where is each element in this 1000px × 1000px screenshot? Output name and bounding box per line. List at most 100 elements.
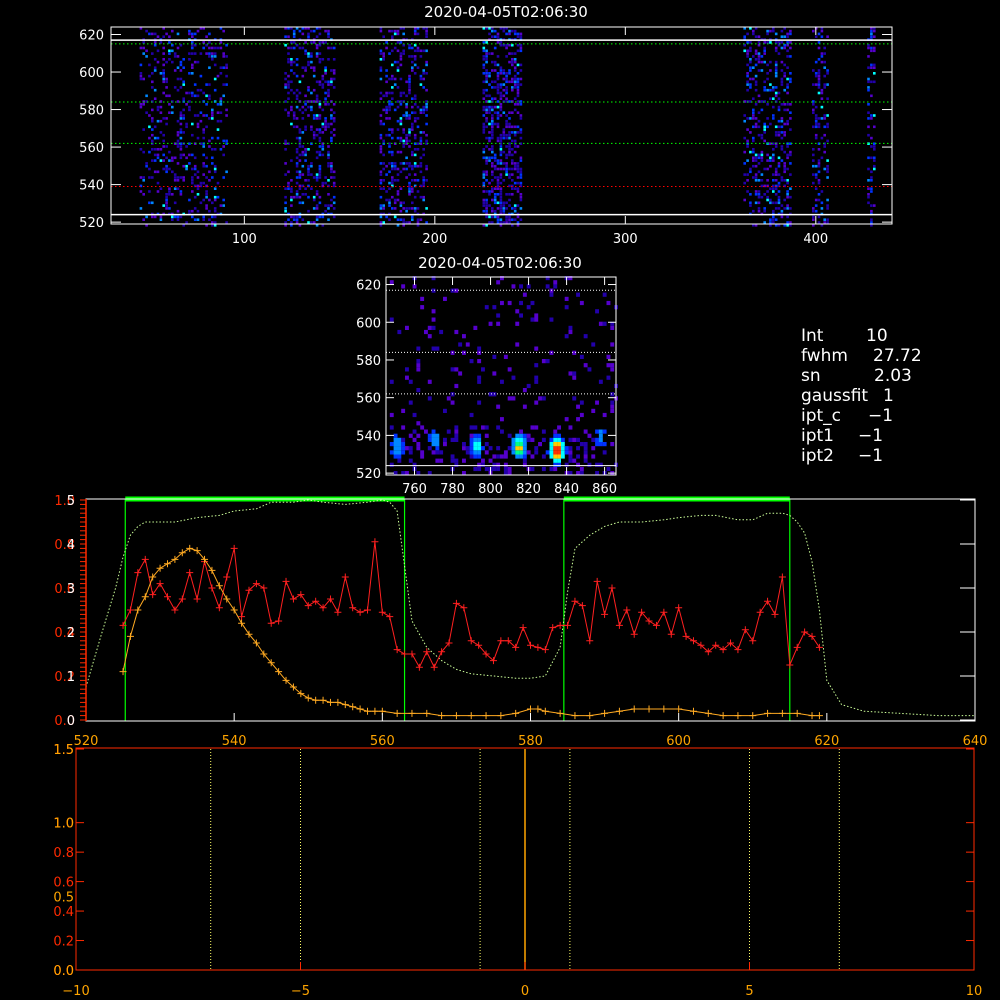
zoom-heat-cell xyxy=(416,421,421,426)
overview-heat-cell xyxy=(516,176,520,179)
overview-heat-cell xyxy=(145,111,148,114)
overview-heat-cell xyxy=(820,60,824,64)
overview-heat-cell xyxy=(213,63,217,67)
zoom-heat-cell xyxy=(591,408,596,413)
overview-heat-cell xyxy=(324,122,327,126)
overview-heat-cell xyxy=(493,105,497,109)
overview-heat-cell xyxy=(485,108,488,112)
overview-heat-cell xyxy=(826,164,829,168)
overview-heat-cell xyxy=(774,173,778,176)
overview-heat-cell xyxy=(292,114,296,117)
zoom-heat-cell xyxy=(454,458,459,463)
overview-heat-cell xyxy=(513,167,517,171)
overview-heat-cell xyxy=(330,83,333,86)
zoom-heat-cell xyxy=(534,446,539,451)
overview-heat-cell xyxy=(817,91,821,95)
overview-heat-cell xyxy=(519,83,523,86)
overview-heat-cell xyxy=(301,105,305,109)
overview-heat-cell xyxy=(766,103,769,106)
profile-x-tick-label: 580 xyxy=(518,734,543,749)
overview-heat-cell xyxy=(493,29,497,33)
overview-heat-cell xyxy=(873,164,876,168)
overview-heat-cell xyxy=(817,69,821,72)
overview-heat-cell xyxy=(408,43,411,47)
overview-heat-cell xyxy=(482,181,486,185)
overview-heat-cell xyxy=(780,148,784,151)
overview-heat-cell xyxy=(148,125,151,129)
overview-heat-cell xyxy=(482,49,486,53)
overview-heat-cell xyxy=(402,218,405,221)
overview-heat-cell xyxy=(817,193,821,196)
overview-heat-cell xyxy=(188,52,191,55)
overview-heat-cell xyxy=(496,139,500,143)
overview-heat-cell xyxy=(867,80,870,84)
overview-heat-cell xyxy=(396,198,400,202)
overview-heat-cell xyxy=(321,58,325,61)
overview-heat-cell xyxy=(301,111,305,114)
overview-heat-cell xyxy=(485,55,488,58)
overview-heat-cell xyxy=(411,122,414,126)
overview-heat-cell xyxy=(312,114,316,117)
overview-heat-cell xyxy=(219,97,223,100)
overview-heat-cell xyxy=(321,41,325,44)
overview-heat-cell xyxy=(754,80,758,84)
overview-heat-cell xyxy=(411,201,414,205)
overview-heat-cell xyxy=(295,170,299,174)
overview-heat-cell xyxy=(749,86,752,89)
overview-heat-cell xyxy=(391,195,394,199)
overview-heat-cell xyxy=(499,198,503,202)
overview-heat-cell xyxy=(746,145,749,148)
overview-heat-cell xyxy=(425,133,428,137)
overview-heat-cell xyxy=(482,97,486,100)
overview-heat-cell xyxy=(295,105,299,109)
overview-heat-cell xyxy=(284,77,287,81)
overview-heat-cell xyxy=(493,164,497,168)
zoom-heat-cell xyxy=(541,466,546,472)
overview-heat-cell xyxy=(208,83,211,86)
overview-heat-cell xyxy=(823,46,826,50)
overview-heat-cell xyxy=(519,103,523,106)
overview-heat-cell xyxy=(208,46,211,50)
overview-heat-cell xyxy=(191,133,194,137)
overview-heat-cell xyxy=(817,86,821,89)
overview-heat-cell xyxy=(287,114,290,117)
overview-heat-cell xyxy=(817,198,821,202)
zoom-heat-cell xyxy=(492,454,497,459)
overview-heat-cell xyxy=(499,221,503,224)
overview-heat-cell xyxy=(499,105,503,109)
overview-heat-cell xyxy=(814,133,818,137)
overview-heat-cell xyxy=(519,156,523,160)
overview-heat-cell xyxy=(382,187,385,190)
overview-heat-cell xyxy=(413,29,417,33)
overview-heat-cell xyxy=(165,201,168,205)
overview-heat-cell xyxy=(408,181,411,185)
overview-heat-cell xyxy=(425,179,428,182)
zoom-heat-cell xyxy=(519,284,523,289)
overview-heat-cell xyxy=(867,133,870,137)
overview-heat-cell xyxy=(772,190,775,193)
zoom-heat-cell xyxy=(557,454,561,459)
overview-heat-cell xyxy=(324,80,327,84)
overview-heat-cell xyxy=(399,218,403,221)
zoom-heat-cell xyxy=(522,450,527,455)
zoom-heat-cell xyxy=(602,450,607,455)
overview-heat-cell xyxy=(388,133,391,137)
zoom-heat-cell xyxy=(431,450,436,455)
overview-heat-cell xyxy=(213,88,217,92)
overview-heat-cell xyxy=(213,215,217,219)
lower-y-tick-label-orange: 0.5 xyxy=(53,890,74,905)
overview-heat-cell xyxy=(812,111,815,114)
overview-heat-cell xyxy=(171,111,174,114)
overview-heat-cell xyxy=(493,86,497,89)
overview-heat-cell xyxy=(287,80,290,84)
overview-heat-cell xyxy=(511,139,514,143)
overview-heat-cell xyxy=(199,74,203,78)
zoom-heat-cell xyxy=(443,296,447,301)
overview-heat-cell xyxy=(416,221,420,224)
overview-heat-cell xyxy=(168,111,171,114)
zoom-heat-cell xyxy=(522,458,527,463)
overview-heat-cell xyxy=(743,119,746,123)
overview-heat-cell xyxy=(312,207,316,210)
zoom-heat-cell xyxy=(511,450,516,455)
zoom-heat-cell xyxy=(522,433,527,438)
